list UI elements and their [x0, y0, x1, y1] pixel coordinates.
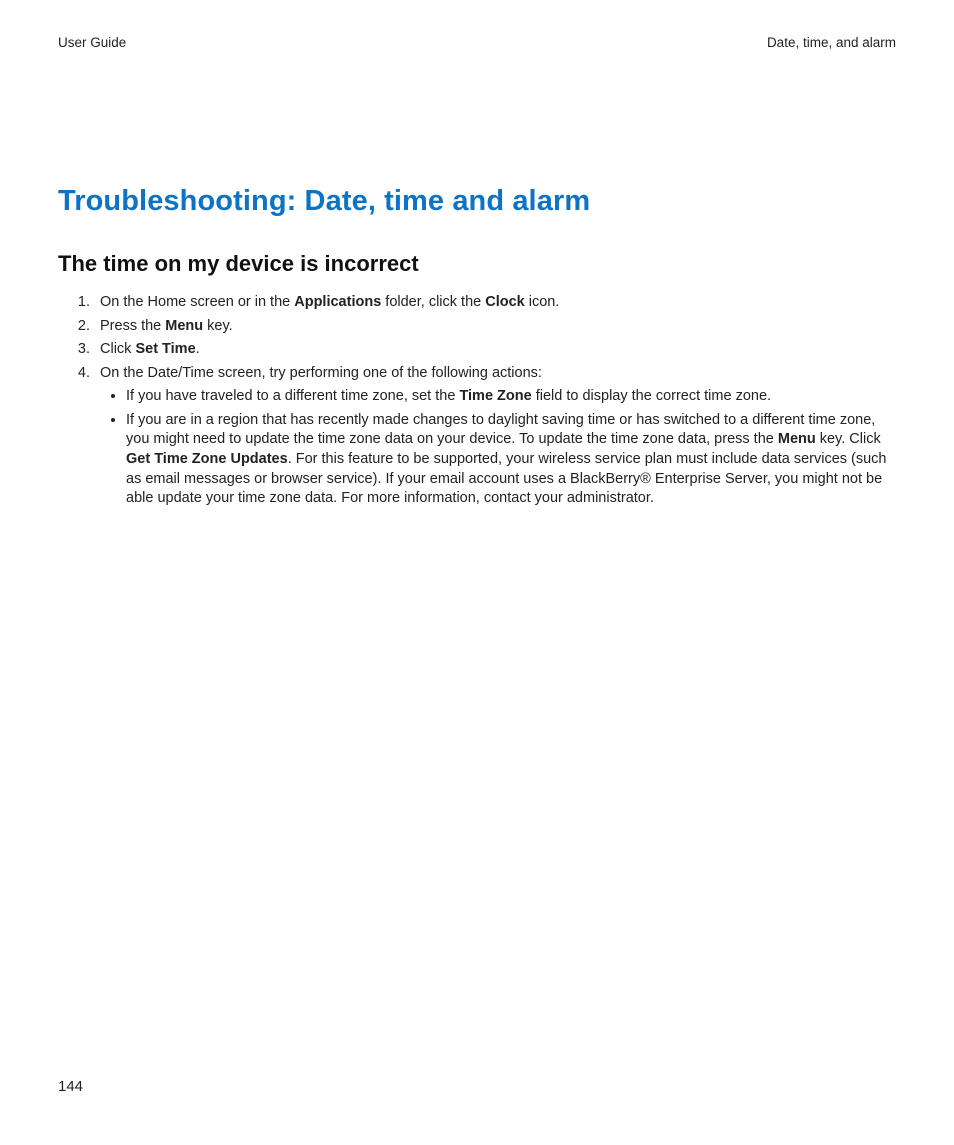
bold-text: Applications [294, 294, 381, 310]
substep-item: If you are in a region that has recently… [126, 411, 896, 509]
step-text: icon. [525, 294, 560, 310]
bold-text: Menu [778, 431, 816, 447]
bold-text: Set Time [135, 341, 195, 357]
document-page: User Guide Date, time, and alarm Trouble… [0, 0, 954, 1145]
step-item: Press the Menu key. [94, 317, 896, 337]
substep-item: If you have traveled to a different time… [126, 387, 896, 407]
page-header: User Guide Date, time, and alarm [58, 34, 896, 52]
substep-text: If you are in a region that has recently… [126, 412, 875, 448]
header-left: User Guide [58, 34, 126, 52]
page-title: Troubleshooting: Date, time and alarm [58, 182, 896, 221]
substep-text: key. Click [816, 431, 881, 447]
page-number: 144 [58, 1077, 83, 1097]
step-item: On the Home screen or in the Application… [94, 293, 896, 313]
substep-text: If you have traveled to a different time… [126, 388, 459, 404]
steps-list: On the Home screen or in the Application… [58, 293, 896, 509]
bold-text: Time Zone [459, 388, 531, 404]
step-text: On the Home screen or in the [100, 294, 294, 310]
substep-text: field to display the correct time zone. [532, 388, 771, 404]
bold-text: Menu [165, 318, 203, 334]
substeps-list: If you have traveled to a different time… [100, 387, 896, 508]
step-text: Click [100, 341, 135, 357]
step-text: Press the [100, 318, 165, 334]
step-text: On the Date/Time screen, try performing … [100, 365, 542, 381]
header-right: Date, time, and alarm [767, 34, 896, 52]
step-text: key. [203, 318, 233, 334]
bold-text: Get Time Zone Updates [126, 451, 288, 467]
bold-text: Clock [485, 294, 525, 310]
section-heading: The time on my device is incorrect [58, 249, 896, 279]
step-item: On the Date/Time screen, try performing … [94, 364, 896, 509]
step-text: . [196, 341, 200, 357]
step-text: folder, click the [381, 294, 485, 310]
step-item: Click Set Time. [94, 340, 896, 360]
